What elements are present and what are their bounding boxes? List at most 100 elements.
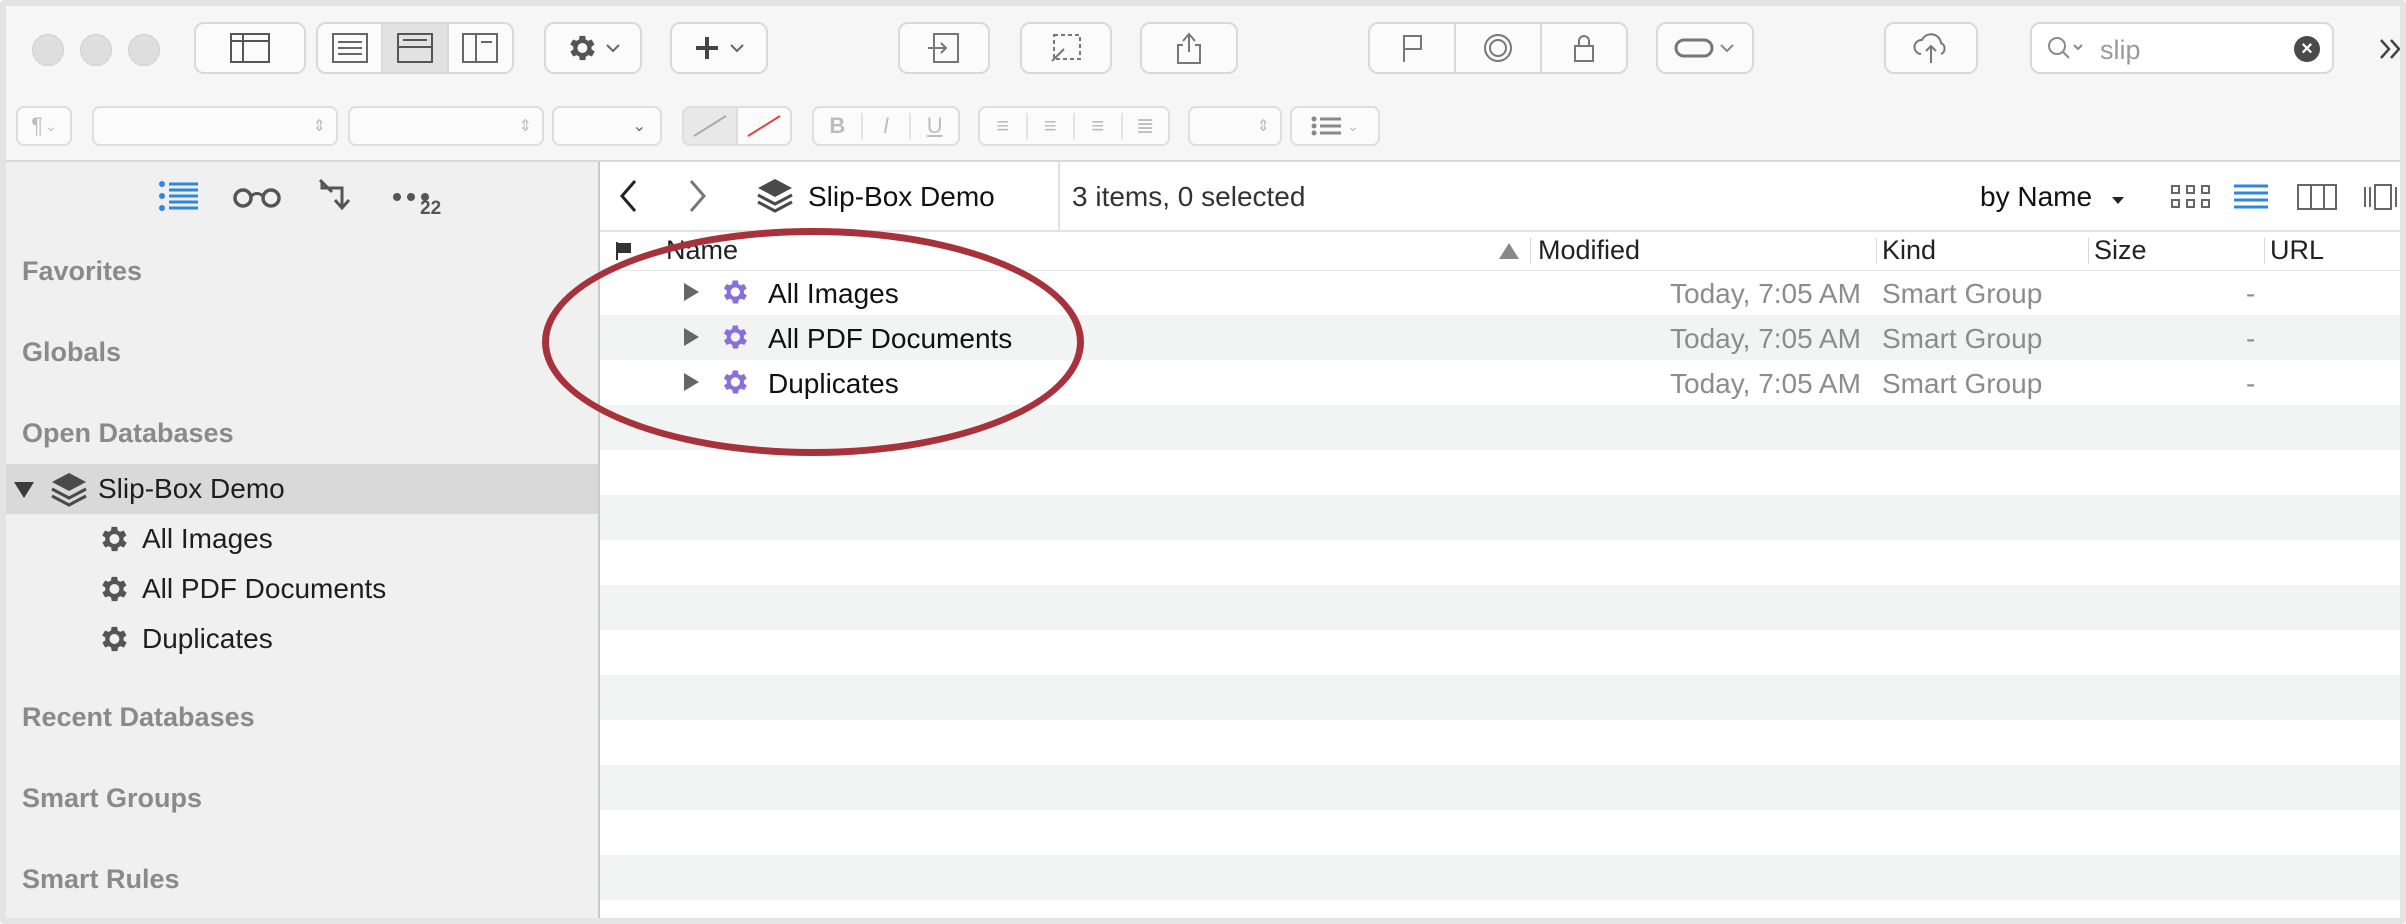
sort-popup[interactable]: by Name <box>1980 181 2126 213</box>
select-area-button[interactable] <box>1020 22 1112 74</box>
list-style-popup[interactable]: ⌄ <box>1290 106 1380 146</box>
more-count-badge: 22 <box>420 198 442 219</box>
mark-button[interactable] <box>1456 24 1542 72</box>
action-menu-button[interactable] <box>544 22 642 74</box>
icon-view-icon[interactable] <box>2170 184 2212 210</box>
search-field[interactable]: slip × <box>2030 22 2334 74</box>
background-color-well[interactable] <box>738 108 790 144</box>
sidebar-icon <box>230 33 270 63</box>
path-bar: Slip-Box Demo 3 items, 0 selected by Nam… <box>600 162 2404 232</box>
align-center-icon[interactable]: ≡ <box>1025 113 1074 139</box>
database-stack-icon <box>51 473 87 507</box>
section-smart-groups[interactable]: Smart Groups <box>22 783 202 814</box>
alignment-segmented: ≡ ≡ ≡ ≣ <box>978 106 1170 146</box>
column-kind[interactable]: Kind <box>1882 235 1936 266</box>
clear-icon[interactable]: × <box>2294 36 2320 62</box>
column-url[interactable]: URL <box>2270 235 2324 266</box>
view-columns-icon <box>462 33 499 63</box>
toolbar: slip × ¶ ⌄ ⇕ ⇕ ⌄ B I U ≡ ≡ ≡ ≣ ⇕ ⌄ <box>6 6 2400 162</box>
empty-row <box>600 900 2400 918</box>
align-left-icon[interactable]: ≡ <box>980 113 1026 139</box>
section-favorites[interactable]: Favorites <box>22 256 142 287</box>
row-kind: Smart Group <box>1882 323 2043 354</box>
disclosure-open-icon[interactable] <box>14 480 34 500</box>
reading-glasses-icon[interactable] <box>232 184 282 210</box>
empty-row <box>600 855 2400 900</box>
view-columns-button[interactable] <box>449 24 512 72</box>
align-justify-icon[interactable]: ≣ <box>1120 113 1169 139</box>
sort-ascending-icon <box>1499 243 1519 259</box>
column-separator[interactable] <box>2264 238 2265 264</box>
sidebar-item-database[interactable]: Slip-Box Demo <box>6 464 598 514</box>
text-color-well[interactable] <box>684 108 738 144</box>
view-list-button[interactable] <box>318 24 384 72</box>
new-item-button[interactable] <box>670 22 768 74</box>
empty-row <box>600 675 2400 720</box>
sidebar-item-all-pdf-documents[interactable]: All PDF Documents <box>6 564 598 614</box>
overflow-icon[interactable] <box>2378 36 2404 62</box>
color-wells <box>682 106 792 146</box>
toggle-sidebar-button[interactable] <box>194 22 306 74</box>
italic-button[interactable]: I <box>860 113 910 139</box>
database-stack-icon <box>757 179 793 213</box>
line-spacing-popup[interactable]: ⇕ <box>1188 106 1282 146</box>
move-into-icon <box>928 33 959 63</box>
section-globals[interactable]: Globals <box>22 337 121 368</box>
empty-row <box>600 585 2400 630</box>
column-separator[interactable] <box>2088 238 2089 264</box>
gear-icon <box>102 626 127 652</box>
underline-button[interactable]: U <box>909 113 958 139</box>
column-size[interactable]: Size <box>2094 235 2147 266</box>
sync-button[interactable] <box>1884 22 1978 74</box>
view-list-icon <box>331 33 368 63</box>
sidebar-item-duplicates[interactable]: Duplicates <box>6 614 598 664</box>
forward-icon[interactable] <box>686 178 708 214</box>
chevron-down-icon <box>1720 44 1734 53</box>
empty-row <box>600 630 2400 675</box>
share-button[interactable] <box>1140 22 1238 74</box>
sidebar-item-label: All PDF Documents <box>142 573 387 604</box>
move-into-button[interactable] <box>898 22 990 74</box>
list-view-icon[interactable] <box>2232 183 2270 211</box>
close-window-button[interactable] <box>32 34 64 66</box>
column-modified[interactable]: Modified <box>1538 235 1640 266</box>
minimize-window-button[interactable] <box>80 34 112 66</box>
flag-button[interactable] <box>1370 24 1456 72</box>
row-modified: Today, 7:05 AM <box>1670 323 1861 354</box>
lock-button[interactable] <box>1542 24 1626 72</box>
paragraph-style-popup[interactable]: ¶ ⌄ <box>16 106 72 146</box>
status-text: 3 items, 0 selected <box>1072 181 1306 212</box>
empty-row <box>600 720 2400 765</box>
zoom-window-button[interactable] <box>128 34 160 66</box>
empty-row <box>600 810 2400 855</box>
font-style-popup[interactable]: ⇕ <box>348 106 544 146</box>
cover-flow-icon[interactable] <box>2362 183 2404 211</box>
gear-icon <box>102 576 127 602</box>
plus-icon <box>696 37 718 59</box>
breadcrumb-item[interactable]: Slip-Box Demo <box>808 181 995 213</box>
import-icon[interactable] <box>318 178 352 212</box>
bold-button[interactable]: B <box>814 113 861 139</box>
sidebar-item-all-images[interactable]: All Images <box>6 514 598 564</box>
cloud-sync-icon <box>1913 33 1946 63</box>
row-kind: Smart Group <box>1882 278 2043 309</box>
column-separator[interactable] <box>1530 238 1531 264</box>
column-separator[interactable] <box>1876 238 1877 264</box>
search-icon <box>2048 37 2083 59</box>
label-menu-button[interactable] <box>1656 22 1754 74</box>
outline-icon[interactable] <box>158 180 200 212</box>
section-smart-rules[interactable]: Smart Rules <box>22 864 180 895</box>
text-style-segmented: B I U <box>812 106 960 146</box>
align-right-icon[interactable]: ≡ <box>1073 113 1121 139</box>
font-family-popup[interactable]: ⇕ <box>92 106 338 146</box>
row-modified: Today, 7:05 AM <box>1670 368 1861 399</box>
chevron-down-icon <box>730 44 744 53</box>
column-view-icon[interactable] <box>2296 183 2338 211</box>
back-icon[interactable] <box>618 178 640 214</box>
search-input[interactable]: slip <box>2100 35 2141 66</box>
paragraph-icon: ¶ <box>31 113 44 138</box>
font-size-combo[interactable]: ⌄ <box>552 106 662 146</box>
section-recent-databases[interactable]: Recent Databases <box>22 702 255 733</box>
section-open-databases[interactable]: Open Databases <box>22 418 234 449</box>
view-split-button[interactable] <box>383 24 449 72</box>
